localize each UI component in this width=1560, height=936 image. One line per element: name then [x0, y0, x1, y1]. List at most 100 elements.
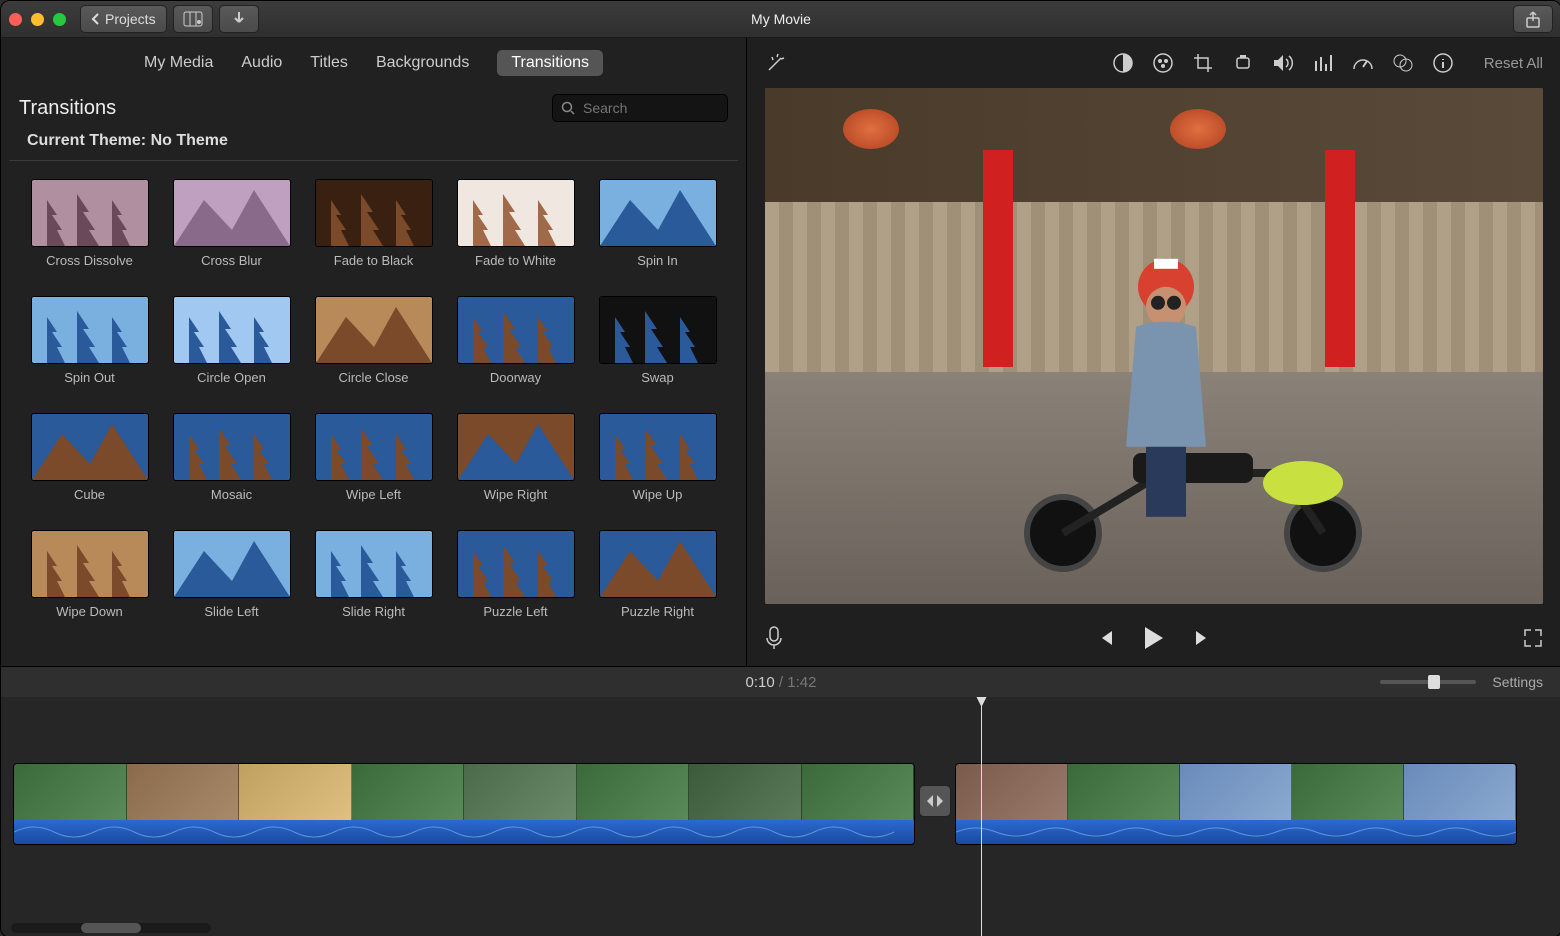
- transition-item[interactable]: Swap: [596, 296, 720, 385]
- transition-thumbnail: [599, 413, 717, 481]
- transitions-grid: Cross Dissolve Cross Blur Fade to Black Fad…: [1, 161, 746, 637]
- transition-label: Puzzle Left: [483, 604, 547, 619]
- transition-item[interactable]: Doorway: [454, 296, 578, 385]
- minimize-window[interactable]: [31, 13, 44, 26]
- transition-marker[interactable]: [919, 785, 951, 817]
- transition-thumbnail: [173, 413, 291, 481]
- reset-all-button[interactable]: Reset All: [1484, 55, 1543, 72]
- transition-item[interactable]: Fade to Black: [312, 179, 436, 268]
- download-button[interactable]: [219, 5, 259, 33]
- settings-button[interactable]: Settings: [1492, 674, 1543, 690]
- skip-forward-button[interactable]: [1192, 628, 1212, 648]
- transition-item[interactable]: Wipe Up: [596, 413, 720, 502]
- transition-label: Cross Dissolve: [46, 253, 133, 268]
- transition-label: Spin In: [637, 253, 677, 268]
- volume-icon[interactable]: [1272, 52, 1294, 74]
- transition-label: Spin Out: [64, 370, 115, 385]
- transition-item[interactable]: Mosaic: [170, 413, 294, 502]
- transition-item[interactable]: Circle Open: [170, 296, 294, 385]
- transition-item[interactable]: Puzzle Right: [596, 530, 720, 619]
- tab-transitions[interactable]: Transitions: [497, 50, 603, 76]
- tab-my-media[interactable]: My Media: [144, 54, 213, 72]
- chevron-left-icon: [91, 13, 101, 25]
- transition-thumbnail: [315, 413, 433, 481]
- tab-backgrounds[interactable]: Backgrounds: [376, 54, 469, 72]
- equalizer-icon[interactable]: [1312, 52, 1334, 74]
- transition-item[interactable]: Puzzle Left: [454, 530, 578, 619]
- preview-frame: [765, 88, 1543, 604]
- transition-item[interactable]: Cross Dissolve: [28, 179, 152, 268]
- skip-back-button[interactable]: [1096, 628, 1116, 648]
- timeline[interactable]: [1, 697, 1560, 936]
- close-window[interactable]: [9, 13, 22, 26]
- transition-thumbnail: [315, 179, 433, 247]
- person-graphic: [1076, 232, 1256, 542]
- transition-label: Slide Right: [342, 604, 405, 619]
- fullscreen-button[interactable]: [1523, 628, 1543, 648]
- transition-thumbnail: [457, 530, 575, 598]
- magic-wand-icon[interactable]: [765, 52, 787, 74]
- transition-label: Circle Open: [197, 370, 266, 385]
- app-window: Projects My Movie My Media Audio Titles …: [0, 0, 1560, 936]
- playback-controls: [747, 610, 1560, 666]
- speed-icon[interactable]: [1352, 52, 1374, 74]
- transition-label: Wipe Up: [633, 487, 683, 502]
- transition-item[interactable]: Spin Out: [28, 296, 152, 385]
- search-field[interactable]: [552, 94, 728, 122]
- zoom-slider[interactable]: [1380, 680, 1476, 684]
- preview-viewport[interactable]: [765, 88, 1543, 604]
- search-input[interactable]: [581, 99, 695, 117]
- color-wheel-icon[interactable]: [1152, 52, 1174, 74]
- back-projects-button[interactable]: Projects: [80, 5, 167, 33]
- current-theme: Current Theme: No Theme: [9, 130, 738, 161]
- transition-item[interactable]: Slide Left: [170, 530, 294, 619]
- transition-item[interactable]: Cross Blur: [170, 179, 294, 268]
- transition-thumbnail: [173, 296, 291, 364]
- transition-item[interactable]: Circle Close: [312, 296, 436, 385]
- share-button[interactable]: [1513, 5, 1553, 33]
- search-icon: [561, 101, 575, 115]
- transition-thumbnail: [457, 413, 575, 481]
- transition-item[interactable]: Spin In: [596, 179, 720, 268]
- play-button[interactable]: [1142, 625, 1166, 651]
- video-clip[interactable]: [955, 763, 1517, 845]
- tab-titles[interactable]: Titles: [310, 54, 348, 72]
- transition-label: Mosaic: [211, 487, 252, 502]
- transition-label: Wipe Left: [346, 487, 401, 502]
- transition-item[interactable]: Fade to White: [454, 179, 578, 268]
- transition-label: Cube: [74, 487, 105, 502]
- filters-icon[interactable]: [1392, 52, 1414, 74]
- transition-label: Swap: [641, 370, 674, 385]
- transition-item[interactable]: Wipe Left: [312, 413, 436, 502]
- filmstrip-icon: [183, 11, 203, 27]
- crop-icon[interactable]: [1192, 52, 1214, 74]
- transition-thumbnail: [599, 530, 717, 598]
- transition-thumbnail: [599, 296, 717, 364]
- playhead[interactable]: [981, 697, 982, 936]
- titlebar: Projects My Movie: [1, 1, 1560, 38]
- maximize-window[interactable]: [53, 13, 66, 26]
- transition-item[interactable]: Cube: [28, 413, 152, 502]
- transition-thumbnail: [315, 530, 433, 598]
- window-controls: [9, 13, 66, 26]
- transition-label: Wipe Down: [56, 604, 122, 619]
- color-balance-icon[interactable]: [1112, 52, 1134, 74]
- transition-item[interactable]: Wipe Down: [28, 530, 152, 619]
- browser-tabs: My Media Audio Titles Backgrounds Transi…: [1, 38, 746, 88]
- transition-item[interactable]: Slide Right: [312, 530, 436, 619]
- microphone-button[interactable]: [765, 626, 783, 650]
- download-icon: [232, 11, 246, 27]
- media-import-button[interactable]: [173, 5, 213, 33]
- transition-label: Doorway: [490, 370, 541, 385]
- window-title: My Movie: [751, 11, 811, 27]
- transition-thumbnail: [31, 413, 149, 481]
- video-clip[interactable]: [13, 763, 915, 845]
- info-icon[interactable]: [1432, 52, 1454, 74]
- timeline-scrollbar[interactable]: [11, 923, 211, 933]
- transition-thumbnail: [457, 179, 575, 247]
- transition-label: Fade to Black: [334, 253, 414, 268]
- tab-audio[interactable]: Audio: [241, 54, 282, 72]
- stabilize-icon[interactable]: [1232, 52, 1254, 74]
- transition-thumbnail: [31, 530, 149, 598]
- transition-item[interactable]: Wipe Right: [454, 413, 578, 502]
